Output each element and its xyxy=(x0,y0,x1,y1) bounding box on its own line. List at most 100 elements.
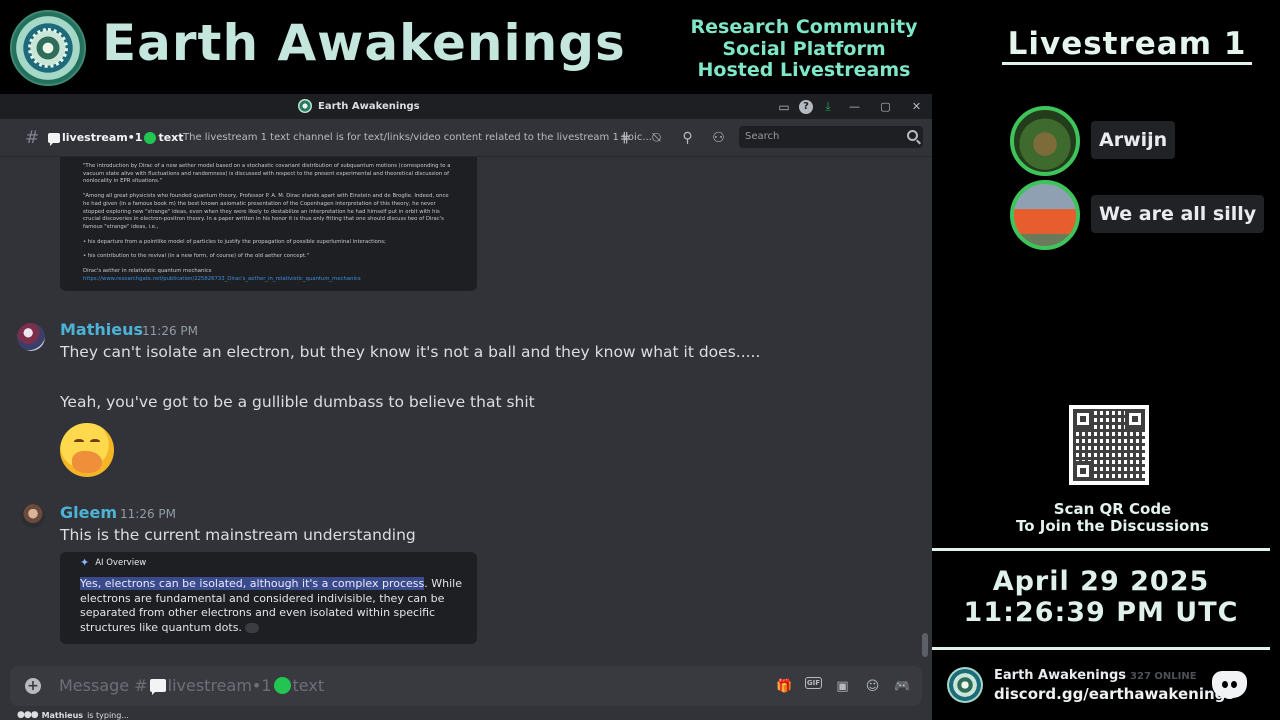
pinned-messages-icon[interactable]: ⚲ xyxy=(678,128,697,147)
channel-header: # livestream•1 text The livestream 1 tex… xyxy=(0,119,932,157)
qr-finder xyxy=(1073,461,1093,481)
sparkle-icon: ✦ xyxy=(80,556,90,569)
livestream-title: Livestream 1 xyxy=(1007,26,1247,62)
channel-name-suffix: text xyxy=(158,131,184,144)
qr-finder xyxy=(1073,409,1093,429)
title-underline xyxy=(1002,62,1252,65)
typing-text: is typing... xyxy=(87,710,129,720)
server-logo-icon xyxy=(298,99,312,113)
ai-overview-label: AI Overview xyxy=(95,557,147,568)
tagline-livestreams: Hosted Livestreams xyxy=(697,59,911,81)
embed-source-title: Dirac's aether in relativistic quantum m… xyxy=(83,268,212,275)
channel-header-tools: ⋕ ⍉ ⚲ ⚇ xyxy=(616,128,728,147)
server-name: Earth Awakenings xyxy=(994,668,1127,683)
scan-line-2: To Join the Discussions xyxy=(1016,517,1209,535)
channel-name: livestream•1 text xyxy=(48,131,184,146)
download-icon[interactable]: ⤓ xyxy=(817,94,839,119)
link-icon[interactable] xyxy=(245,622,260,633)
scan-instructions: Scan QR Code To Join the Discussions xyxy=(1000,501,1225,535)
divider xyxy=(932,548,1270,551)
green-circle-icon xyxy=(273,677,291,694)
emoji-picker-icon[interactable]: ☺ xyxy=(863,677,882,695)
embed-paragraph: "The introduction by Dirac of a new aeth… xyxy=(83,163,451,185)
server-logo-icon xyxy=(947,667,983,703)
channel-hash-icon: # xyxy=(25,128,40,148)
embed-paragraph: "Among all great physicists who founded … xyxy=(83,193,449,230)
date-display: April 29 2025 xyxy=(992,566,1210,597)
message-composer[interactable]: + Message # livestream•1 text 🎁 GIF ▣ ☺ … xyxy=(10,666,922,706)
composer-placeholder-channel: livestream•1 xyxy=(167,676,272,695)
screen-share-icon[interactable]: ▭ xyxy=(773,94,795,119)
typing-indicator: ●●● Mathieus is typing... xyxy=(17,710,129,720)
link-embed: "The introduction by Dirac of a new aeth… xyxy=(60,157,477,291)
minimize-button[interactable]: — xyxy=(839,94,870,119)
message-list[interactable]: "The introduction by Dirac of a new aeth… xyxy=(0,157,932,665)
composer-placeholder-suffix: text xyxy=(292,676,325,695)
notification-mute-icon[interactable]: ⍉ xyxy=(647,128,666,147)
tagline-social: Social Platform xyxy=(722,37,886,60)
emoji-hand xyxy=(72,451,102,473)
tagline-research: Research Community xyxy=(690,16,918,38)
title-bar: Earth Awakenings ▭ ? ⤓ — ▢ ✕ xyxy=(0,94,932,119)
window-title: Earth Awakenings xyxy=(318,100,420,112)
sticker-icon[interactable]: ▣ xyxy=(833,677,852,695)
help-icon[interactable]: ? xyxy=(795,94,817,119)
channel-topic[interactable]: The livestream 1 text channel is for tex… xyxy=(183,132,652,143)
scan-line-1: Scan QR Code xyxy=(1053,500,1172,518)
message-username[interactable]: Mathieus xyxy=(60,320,143,339)
embed-paragraph: • his contribution to the revival (in a … xyxy=(83,253,310,260)
ai-overview-text: Yes, electrons can be isolated, although… xyxy=(80,577,470,635)
discord-window: Earth Awakenings ▭ ? ⤓ — ▢ ✕ # livestrea… xyxy=(0,94,932,720)
member-list-icon[interactable]: ⚇ xyxy=(709,128,728,147)
ai-overview-embed: ✦ AI Overview Yes, electrons can be isol… xyxy=(60,552,477,644)
channel-name-prefix: livestream•1 xyxy=(62,131,143,144)
composer-tools: 🎁 GIF ▣ ☺ 🎮 xyxy=(775,677,912,695)
message-username[interactable]: Gleem xyxy=(60,503,117,522)
brand-title: Earth Awakenings xyxy=(102,14,626,72)
gift-icon[interactable]: 🎁 xyxy=(775,677,794,695)
search-icon xyxy=(907,130,918,141)
add-attachment-icon[interactable]: + xyxy=(25,678,41,694)
maximize-button[interactable]: ▢ xyxy=(870,94,901,119)
title-bar-controls: ▭ ? ⤓ — ▢ ✕ xyxy=(773,94,932,119)
avatar[interactable] xyxy=(17,323,45,351)
participant-avatar xyxy=(1010,106,1080,176)
scrollbar-thumb[interactable] xyxy=(922,633,928,657)
message-line: This is the current mainstream understan… xyxy=(60,526,416,544)
footer-server-name: Earth Awakenings 327 ONLINE xyxy=(994,668,1197,683)
message-line: Yeah, you've got to be a gullible dumbas… xyxy=(60,393,535,411)
stream-overlay: Earth Awakenings Research Community Soci… xyxy=(0,0,1280,720)
search-input[interactable]: Search xyxy=(739,126,923,148)
highlighted-text: Yes, electrons can be isolated, although… xyxy=(80,577,425,590)
participant-avatar xyxy=(1010,180,1080,250)
emoji-eye xyxy=(90,439,100,444)
qr-pattern xyxy=(1073,409,1145,481)
divider xyxy=(932,647,1270,650)
participant-name: We are all silly xyxy=(1091,195,1265,233)
embed-paragraph: • his departure from a pointlike model o… xyxy=(83,238,386,245)
message-timestamp: 11:26 PM xyxy=(120,507,176,521)
embed-link[interactable]: https://www.researchgate.net/publication… xyxy=(83,276,455,284)
close-button[interactable]: ✕ xyxy=(901,94,932,119)
emoji-eye xyxy=(74,439,84,444)
taglines: Research Community Social Platform Hoste… xyxy=(676,16,932,82)
composer-placeholder-prefix: Message # xyxy=(59,676,148,695)
gif-icon[interactable]: GIF xyxy=(805,677,822,689)
participant-name: Arwijn xyxy=(1091,121,1176,159)
window-title-group: Earth Awakenings xyxy=(298,99,420,113)
search-placeholder: Search xyxy=(745,131,780,142)
message-timestamp: 11:26 PM xyxy=(142,324,198,338)
avatar[interactable] xyxy=(21,504,45,528)
qr-finder xyxy=(1125,409,1145,429)
message-input-placeholder[interactable]: Message # livestream•1 text xyxy=(59,676,324,695)
message-line: They can't isolate an electron, but they… xyxy=(60,343,761,361)
apps-gamepad-icon[interactable]: 🎮 xyxy=(893,677,912,695)
green-circle-icon xyxy=(144,131,157,144)
typing-user: Mathieus xyxy=(41,710,84,720)
typing-dots-icon: ●●● xyxy=(17,710,39,720)
speech-bubble-icon xyxy=(48,132,60,146)
earth-awakenings-logo xyxy=(10,10,86,86)
ai-overview-header: ✦ AI Overview xyxy=(80,556,146,569)
discord-icon xyxy=(1212,671,1247,698)
threads-icon[interactable]: ⋕ xyxy=(616,128,635,147)
